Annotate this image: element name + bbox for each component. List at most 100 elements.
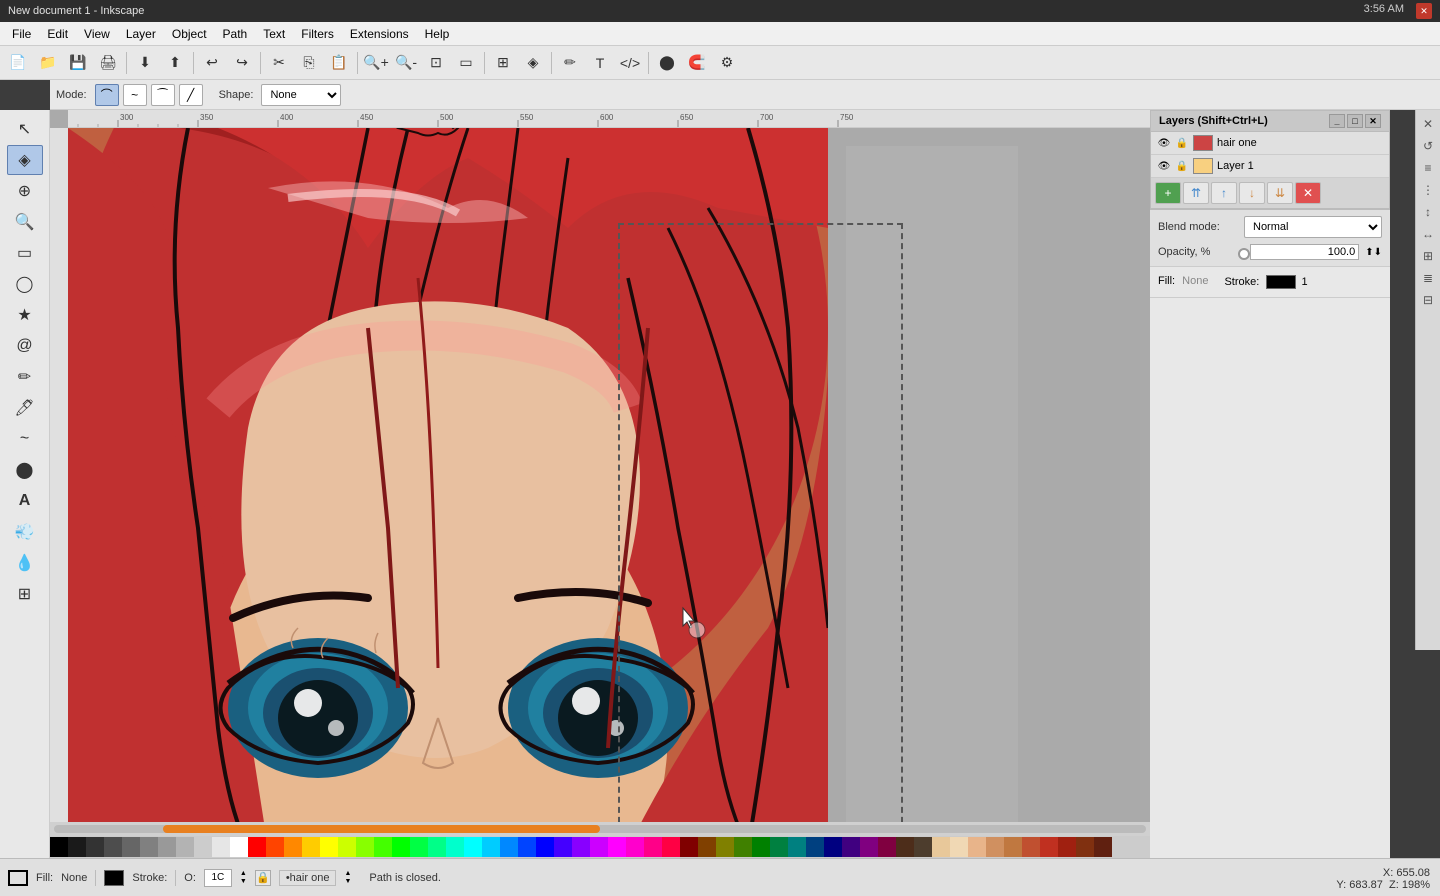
palette-color-4[interactable] — [122, 837, 140, 857]
palette-color-52[interactable] — [986, 837, 1004, 857]
delete-layer-button[interactable]: ✕ — [1295, 182, 1321, 204]
palette-color-36[interactable] — [698, 837, 716, 857]
rsi-lines[interactable]: ≣ — [1418, 268, 1438, 288]
palette-color-56[interactable] — [1058, 837, 1076, 857]
star-tool[interactable]: ★ — [7, 300, 43, 330]
palette-color-1[interactable] — [68, 837, 86, 857]
import-button[interactable]: ⬇ — [131, 50, 159, 76]
menu-object[interactable]: Object — [164, 25, 215, 43]
palette-color-47[interactable] — [896, 837, 914, 857]
blend-mode-select[interactable]: Normal Multiply Screen Overlay Darken Li… — [1244, 216, 1382, 238]
node-tool[interactable]: ◈ — [7, 145, 43, 175]
raise-to-top-button[interactable]: ⇈ — [1183, 182, 1209, 204]
raise-layer-button[interactable]: ↑ — [1211, 182, 1237, 204]
transform-button[interactable]: ⊞ — [489, 50, 517, 76]
opacity-input[interactable] — [204, 869, 232, 887]
palette-color-3[interactable] — [104, 837, 122, 857]
calligraphy-tool[interactable]: ~ — [7, 424, 43, 454]
palette-color-5[interactable] — [140, 837, 158, 857]
text-tool-button[interactable]: T — [586, 50, 614, 76]
palette-color-23[interactable] — [464, 837, 482, 857]
menu-text[interactable]: Text — [255, 25, 293, 43]
rsi-more[interactable]: ⋮ — [1418, 180, 1438, 200]
layers-panel-expand[interactable]: □ — [1347, 114, 1363, 128]
xml-button[interactable]: </> — [616, 50, 644, 76]
connector-tool[interactable]: ⊞ — [7, 579, 43, 609]
palette-color-50[interactable] — [950, 837, 968, 857]
nodes-button[interactable]: ◈ — [519, 50, 547, 76]
canvas-area[interactable]: 300 350 400 450 500 550 600 650 700 750 — [50, 110, 1150, 870]
palette-color-55[interactable] — [1040, 837, 1058, 857]
lock-icon[interactable]: 🔒 — [255, 870, 271, 886]
palette-color-26[interactable] — [518, 837, 536, 857]
snap-button[interactable]: 🧲 — [683, 50, 711, 76]
palette-color-17[interactable] — [356, 837, 374, 857]
layer-visibility-layer-1[interactable]: 👁 — [1157, 159, 1171, 173]
palette-color-46[interactable] — [878, 837, 896, 857]
opacity-spinner-arrows[interactable]: ▲ ▼ — [240, 870, 247, 886]
pen-tool[interactable]: 🖊 — [7, 393, 43, 423]
export-button[interactable]: ⬆ — [161, 50, 189, 76]
palette-color-54[interactable] — [1022, 837, 1040, 857]
mode-line-btn[interactable]: ╱ — [179, 84, 203, 106]
palette-color-38[interactable] — [734, 837, 752, 857]
pencil-tool[interactable]: ✏ — [7, 362, 43, 392]
palette-color-40[interactable] — [770, 837, 788, 857]
opacity-value-input[interactable] — [1250, 244, 1359, 260]
lower-layer-button[interactable]: ↓ — [1239, 182, 1265, 204]
palette-color-15[interactable] — [320, 837, 338, 857]
palette-color-51[interactable] — [968, 837, 986, 857]
palette-color-45[interactable] — [860, 837, 878, 857]
shape-select[interactable]: None Linear Circular Linked — [261, 84, 341, 106]
palette-color-25[interactable] — [500, 837, 518, 857]
paint-bucket-tool[interactable]: ⬤ — [7, 455, 43, 485]
layers-panel-close[interactable]: ✕ — [1365, 114, 1381, 128]
mode-bspline-btn[interactable]: ⁀ — [151, 84, 175, 106]
palette-color-53[interactable] — [1004, 837, 1022, 857]
palette-color-48[interactable] — [914, 837, 932, 857]
opacity-spinner[interactable]: ⬆⬇ — [1365, 247, 1382, 258]
print-button[interactable]: 🖨 — [94, 50, 122, 76]
zoom-tool[interactable]: 🔍 — [7, 207, 43, 237]
layer-item-layer-1[interactable]: 👁 🔒 Layer 1 — [1151, 155, 1389, 178]
palette-color-30[interactable] — [590, 837, 608, 857]
palette-color-31[interactable] — [608, 837, 626, 857]
horizontal-scrollbar[interactable] — [50, 822, 1150, 836]
paste-button[interactable]: 📋 — [325, 50, 353, 76]
palette-color-42[interactable] — [806, 837, 824, 857]
palette-color-29[interactable] — [572, 837, 590, 857]
layer-item-hair-one[interactable]: 👁 🔒 hair one — [1151, 132, 1389, 155]
rect-tool[interactable]: ▭ — [7, 238, 43, 268]
palette-color-0[interactable] — [50, 837, 68, 857]
menu-layer[interactable]: Layer — [118, 25, 164, 43]
menu-filters[interactable]: Filters — [293, 25, 342, 43]
palette-color-6[interactable] — [158, 837, 176, 857]
palette-color-12[interactable] — [266, 837, 284, 857]
new-button[interactable]: 📄 — [4, 50, 32, 76]
palette-color-18[interactable] — [374, 837, 392, 857]
rsi-close[interactable]: ✕ — [1418, 114, 1438, 134]
layer-lock-layer-1[interactable]: 🔒 — [1175, 159, 1189, 173]
palette-color-33[interactable] — [644, 837, 662, 857]
menu-help[interactable]: Help — [417, 25, 458, 43]
palette-color-41[interactable] — [788, 837, 806, 857]
layer-spinner[interactable]: ▲ ▼ — [344, 870, 351, 886]
menu-path[interactable]: Path — [215, 25, 256, 43]
scroll-thumb[interactable] — [163, 825, 600, 833]
palette-color-10[interactable] — [230, 837, 248, 857]
palette-color-44[interactable] — [842, 837, 860, 857]
palette-color-49[interactable] — [932, 837, 950, 857]
palette-color-8[interactable] — [194, 837, 212, 857]
open-button[interactable]: 📁 — [34, 50, 62, 76]
layers-panel-minimize[interactable]: _ — [1329, 114, 1345, 128]
rsi-horizontal[interactable]: ↔ — [1418, 224, 1438, 244]
eyedropper-tool[interactable]: 💧 — [7, 548, 43, 578]
palette-color-32[interactable] — [626, 837, 644, 857]
close-button[interactable]: ✕ — [1416, 3, 1432, 19]
palette-color-20[interactable] — [410, 837, 428, 857]
palette-color-24[interactable] — [482, 837, 500, 857]
fill-stroke-button[interactable]: ⬤ — [653, 50, 681, 76]
cut-button[interactable]: ✂ — [265, 50, 293, 76]
mode-spiro-btn[interactable]: ~ — [123, 84, 147, 106]
palette-color-14[interactable] — [302, 837, 320, 857]
